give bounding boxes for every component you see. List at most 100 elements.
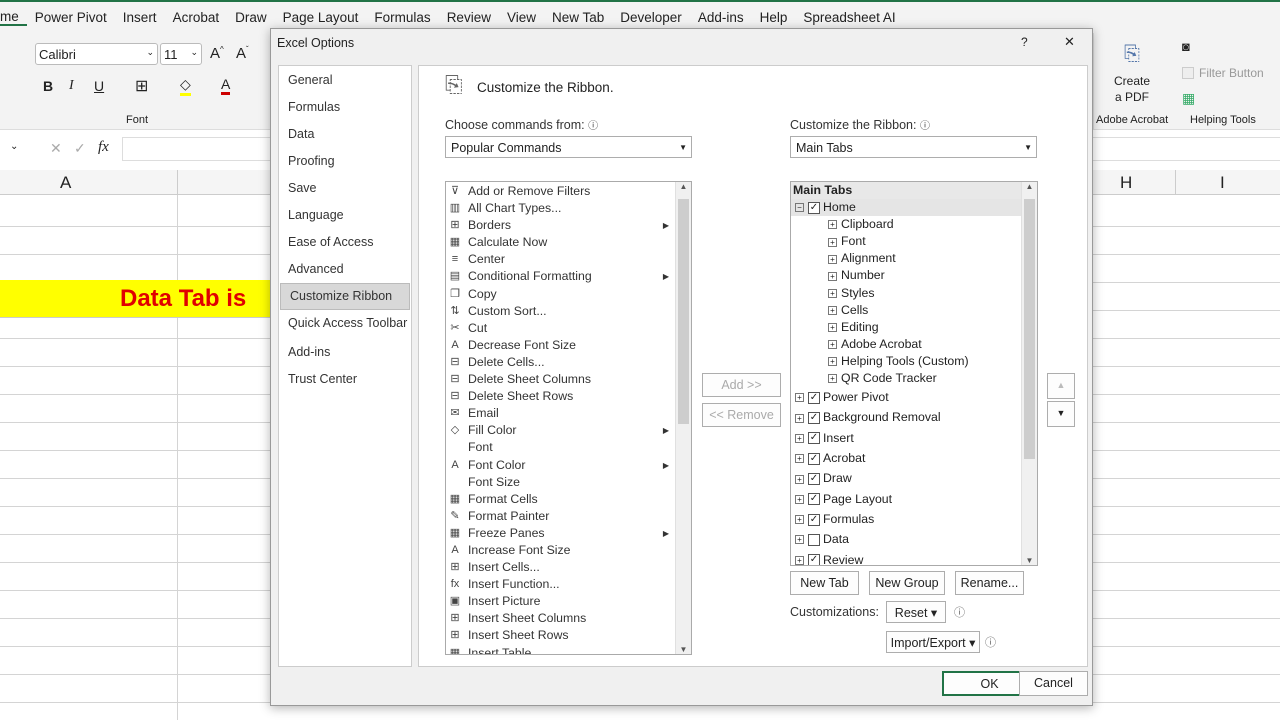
command-item[interactable]: ✂ Cut — [446, 320, 675, 337]
create-pdf-button[interactable]: Create a PDF — [1108, 73, 1156, 105]
fill-color-icon[interactable]: ◇ — [180, 76, 191, 96]
tree-tab-item[interactable]: + Data — [791, 529, 1021, 549]
nav-item[interactable]: Data — [279, 121, 411, 148]
checkbox[interactable]: ✓ — [808, 493, 820, 506]
command-item[interactable]: ✎ Format Painter — [446, 508, 675, 525]
enter-icon[interactable]: ✓ — [74, 140, 86, 157]
command-item[interactable]: ⊟ Delete Cells... — [446, 354, 675, 371]
command-item[interactable]: ▦ Format Cells — [446, 491, 675, 508]
command-item[interactable]: ⊟ Delete Sheet Rows — [446, 388, 675, 405]
expand-icon[interactable]: + — [795, 555, 804, 565]
tree-group-item[interactable]: + Helping Tools (Custom) — [791, 353, 1021, 370]
tree-tab-item[interactable]: + ✓ Acrobat — [791, 448, 1021, 468]
new-tab-button[interactable]: New Tab — [790, 571, 859, 595]
add-button[interactable]: Add >> — [702, 373, 781, 397]
command-item[interactable]: A Font Color ▶ — [446, 457, 675, 474]
nav-item[interactable]: Language — [279, 202, 411, 229]
tree-tab-item[interactable]: + ✓ Draw — [791, 468, 1021, 488]
expand-icon[interactable]: + — [795, 515, 804, 525]
ribbon-tab[interactable]: Help — [752, 10, 796, 25]
checkbox[interactable]: ✓ — [808, 452, 820, 465]
move-up-button[interactable]: ▲ — [1047, 373, 1075, 399]
tree-group-item[interactable]: + Alignment — [791, 250, 1021, 267]
tree-tab-item[interactable]: + ✓ Page Layout — [791, 489, 1021, 509]
ribbon-tab[interactable]: Page Layout — [275, 10, 367, 25]
expand-icon[interactable]: + — [828, 220, 837, 230]
command-item[interactable]: ▣ Insert Picture — [446, 593, 675, 610]
reset-button[interactable]: Reset ▾ — [886, 601, 946, 623]
close-button[interactable]: ✕ — [1064, 34, 1075, 50]
banner-cell[interactable]: Data Tab is — [0, 280, 270, 318]
command-item[interactable]: ⊞ Insert Sheet Columns — [446, 610, 675, 627]
nav-item[interactable]: Ease of Access — [279, 229, 411, 256]
command-item[interactable]: ◇ Fill Color ▶ — [446, 422, 675, 439]
cancel-icon[interactable]: ✕ — [50, 140, 62, 157]
command-item[interactable]: fx Insert Function... — [446, 576, 675, 593]
command-item[interactable]: Font — [446, 439, 675, 456]
expand-icon[interactable]: + — [828, 305, 837, 315]
tree-tab-item[interactable]: + ✓ Power Pivot — [791, 387, 1021, 407]
font-size-select[interactable]: 11 ⌄ — [160, 43, 202, 65]
expand-icon[interactable]: + — [828, 271, 837, 281]
nav-item[interactable]: Save — [279, 175, 411, 202]
expand-icon[interactable]: + — [795, 535, 804, 545]
nav-item[interactable]: Customize Ribbon — [280, 283, 410, 310]
checkbox[interactable]: ✓ — [808, 473, 820, 486]
nav-item[interactable]: Advanced — [279, 256, 411, 283]
customize-ribbon-select[interactable]: Main Tabs ▼ — [790, 136, 1037, 158]
command-item[interactable]: ▦ Freeze Panes ▶ — [446, 525, 675, 542]
increase-font-icon[interactable]: A^ — [210, 45, 224, 62]
command-item[interactable]: ⇅ Custom Sort... — [446, 303, 675, 320]
column-i-header[interactable]: I — [1220, 173, 1225, 193]
tree-group-item[interactable]: + QR Code Tracker — [791, 370, 1021, 387]
nav-item[interactable]: General — [279, 67, 411, 94]
expand-icon[interactable]: + — [828, 357, 837, 367]
command-item[interactable]: Font Size — [446, 474, 675, 491]
tree-group-item[interactable]: + Number — [791, 267, 1021, 284]
ribbon-tab[interactable]: Power Pivot — [27, 10, 115, 25]
ribbon-tab[interactable]: Review — [439, 10, 499, 25]
expand-icon[interactable]: + — [795, 413, 804, 423]
expand-icon[interactable]: + — [828, 323, 837, 332]
ribbon-tab[interactable]: Add-ins — [690, 10, 752, 25]
checkbox[interactable]: ✓ — [808, 432, 820, 445]
tree-tab-item[interactable]: + ✓ Background Removal — [791, 407, 1021, 427]
ribbon-tab[interactable]: Insert — [115, 10, 165, 25]
ribbon-tab[interactable]: Developer — [612, 10, 690, 25]
expand-icon[interactable]: + — [828, 237, 837, 247]
expand-icon[interactable]: + — [828, 340, 837, 350]
camera-icon[interactable]: ◙ — [1182, 39, 1190, 54]
command-item[interactable]: ⊞ Borders ▶ — [446, 217, 675, 234]
decrease-font-icon[interactable]: Aˇ — [236, 45, 249, 62]
ribbon-tab[interactable]: New Tab — [544, 10, 612, 25]
expand-icon[interactable]: + — [795, 494, 804, 504]
checkbox[interactable]: ✓ — [808, 201, 820, 214]
bold-icon[interactable]: B — [43, 78, 53, 94]
command-item[interactable]: A Increase Font Size — [446, 542, 675, 559]
ribbon-tab[interactable]: me — [0, 9, 27, 26]
command-item[interactable]: ▦ Insert Table — [446, 645, 675, 654]
cancel-button[interactable]: Cancel — [1019, 671, 1088, 696]
new-group-button[interactable]: New Group — [869, 571, 945, 595]
italic-icon[interactable]: I — [69, 78, 74, 94]
column-h-header[interactable]: H — [1120, 173, 1132, 193]
command-item[interactable]: ▦ Calculate Now — [446, 234, 675, 251]
command-item[interactable]: ⊞ Insert Cells... — [446, 559, 675, 576]
command-item[interactable]: ⊞ Insert Sheet Rows — [446, 627, 675, 644]
checkbox[interactable]: ✓ — [808, 554, 820, 565]
tree-group-item[interactable]: + Editing — [791, 319, 1021, 336]
expand-icon[interactable]: + — [828, 374, 837, 384]
nav-item[interactable]: Trust Center — [279, 366, 411, 393]
expand-icon[interactable]: + — [795, 454, 804, 464]
expand-icon[interactable]: + — [795, 474, 804, 484]
borders-icon[interactable]: ⊞ — [135, 76, 148, 96]
nav-item[interactable]: Formulas — [279, 94, 411, 121]
checkbox[interactable]: ✓ — [808, 391, 820, 404]
tree-tab-item[interactable]: + ✓ Review — [791, 550, 1021, 565]
expand-icon[interactable]: + — [828, 254, 837, 264]
column-a-header[interactable]: A — [60, 173, 71, 193]
font-name-select[interactable]: Calibri ⌄ — [35, 43, 158, 65]
tree-group-item[interactable]: + Styles — [791, 285, 1021, 302]
expand-icon[interactable]: + — [828, 288, 837, 298]
command-item[interactable]: ⊽ Add or Remove Filters — [446, 183, 675, 200]
